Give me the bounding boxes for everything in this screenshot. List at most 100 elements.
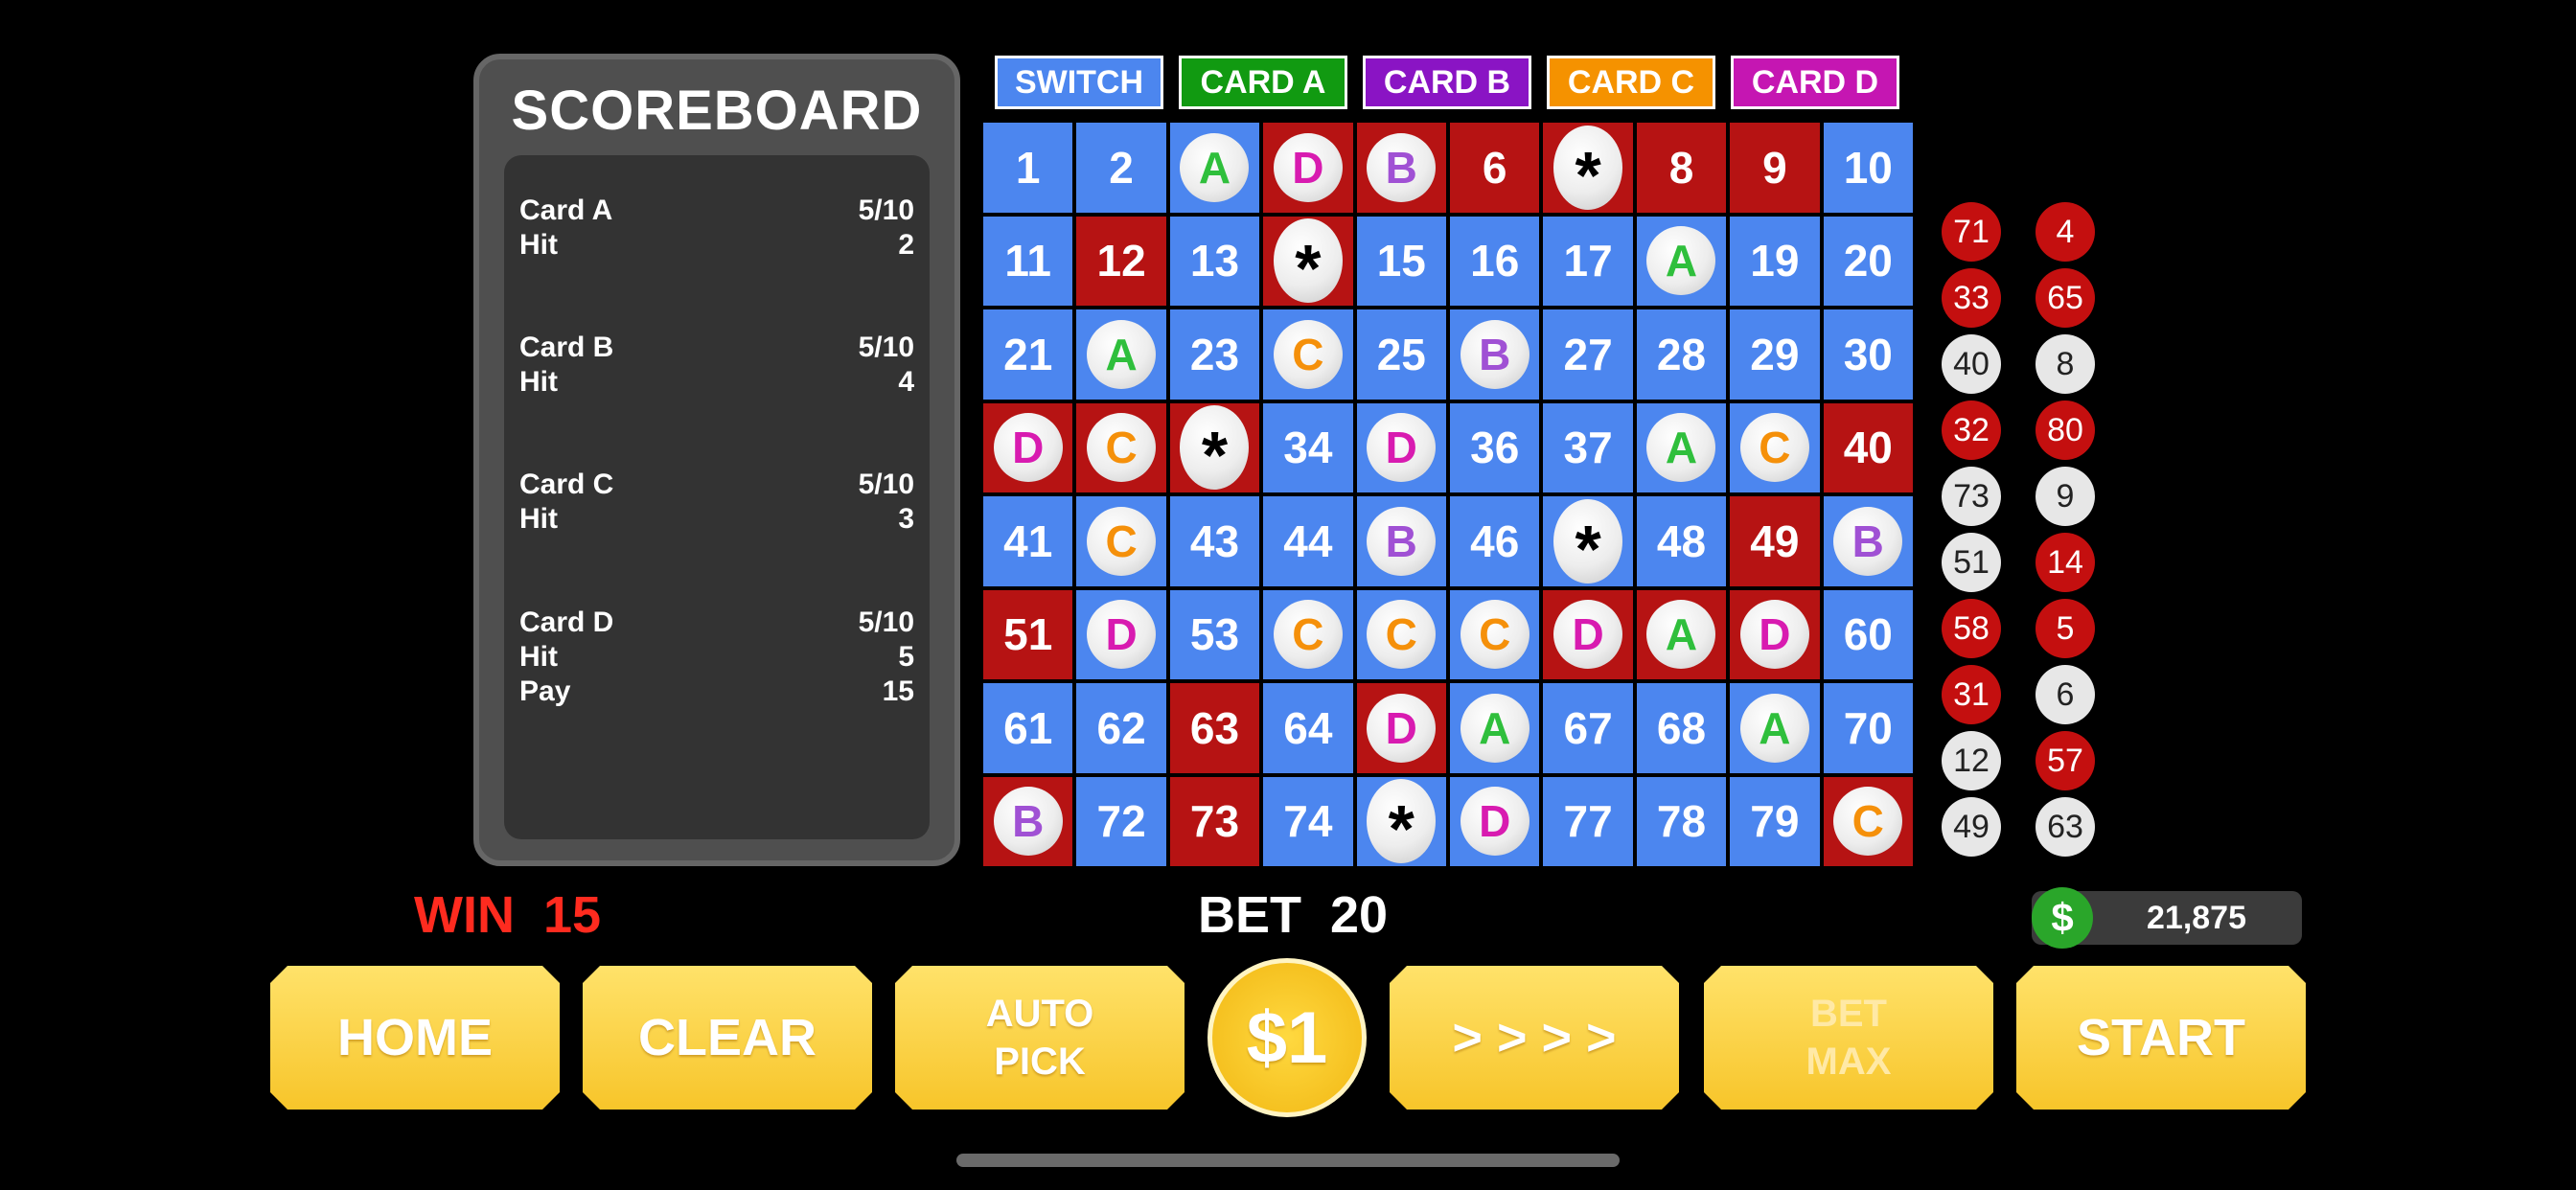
grid-cell[interactable]: A xyxy=(1636,216,1727,306)
tab-card-b[interactable]: CARD B xyxy=(1363,56,1531,109)
grid-cell[interactable]: D xyxy=(1263,123,1353,213)
tab-card-d[interactable]: CARD D xyxy=(1731,56,1899,109)
card-d-pay-label: Pay xyxy=(519,675,571,707)
grid-cell[interactable]: 28 xyxy=(1636,309,1727,400)
grid-cell[interactable]: 68 xyxy=(1636,683,1727,773)
grid-cell[interactable]: A xyxy=(1730,683,1820,773)
grid-cell[interactable]: C xyxy=(1356,589,1446,679)
grid-cell[interactable]: 63 xyxy=(1169,683,1260,773)
tab-card-a[interactable]: CARD A xyxy=(1179,56,1347,109)
grid-cell[interactable]: D xyxy=(1356,402,1446,492)
grid-cell[interactable]: D xyxy=(1730,589,1820,679)
grid-cell[interactable]: * xyxy=(1263,216,1353,306)
bet-max-button[interactable]: BET MAX xyxy=(1704,966,1993,1110)
grid-cell[interactable]: 70 xyxy=(1823,683,1913,773)
grid-cell[interactable]: C xyxy=(1263,589,1353,679)
home-button[interactable]: HOME xyxy=(270,966,560,1110)
grid-cell[interactable]: 29 xyxy=(1730,309,1820,400)
grid-cell[interactable]: D xyxy=(1543,589,1633,679)
grid-cell[interactable]: 36 xyxy=(1450,402,1540,492)
grid-cell[interactable]: 17 xyxy=(1543,216,1633,306)
grid-cell[interactable]: 44 xyxy=(1263,496,1353,586)
clear-button[interactable]: CLEAR xyxy=(583,966,872,1110)
grid-cell[interactable]: 21 xyxy=(983,309,1073,400)
grid-cell[interactable]: B xyxy=(1356,496,1446,586)
grid-cell[interactable]: 16 xyxy=(1450,216,1540,306)
grid-cell[interactable]: 67 xyxy=(1543,683,1633,773)
grid-cell[interactable]: 46 xyxy=(1450,496,1540,586)
grid-cell[interactable]: 43 xyxy=(1169,496,1260,586)
speed-button[interactable]: > > > > xyxy=(1390,966,1679,1110)
grid-cell[interactable]: 9 xyxy=(1730,123,1820,213)
grid-cell[interactable]: * xyxy=(1543,496,1633,586)
card-c-label: Card C xyxy=(519,469,614,500)
grid-cell[interactable]: 20 xyxy=(1823,216,1913,306)
grid-cell[interactable]: 74 xyxy=(1263,776,1353,866)
grid-cell[interactable]: 72 xyxy=(1076,776,1166,866)
grid-cell[interactable]: B xyxy=(1356,123,1446,213)
tab-card-c[interactable]: CARD C xyxy=(1547,56,1715,109)
grid-cell[interactable]: C xyxy=(1076,496,1166,586)
grid-cell[interactable]: A xyxy=(1636,402,1727,492)
card-b-score: 5/10 xyxy=(858,332,914,363)
grid-cell[interactable]: A xyxy=(1636,589,1727,679)
grid-cell[interactable]: D xyxy=(983,402,1073,492)
coin-denomination-button[interactable]: $1 xyxy=(1208,958,1367,1117)
grid-cell[interactable]: * xyxy=(1543,123,1633,213)
grid-cell[interactable]: D xyxy=(1356,683,1446,773)
grid-cell[interactable]: 62 xyxy=(1076,683,1166,773)
grid-cell[interactable]: 78 xyxy=(1636,776,1727,866)
grid-cell[interactable]: 25 xyxy=(1356,309,1446,400)
grid-cell[interactable]: D xyxy=(1076,589,1166,679)
win-display: WIN 15 xyxy=(414,885,601,945)
grid-cell[interactable]: 64 xyxy=(1263,683,1353,773)
grid-cell[interactable]: 12 xyxy=(1076,216,1166,306)
grid-cell[interactable]: A xyxy=(1076,309,1166,400)
grid-cell[interactable]: * xyxy=(1356,776,1446,866)
grid-cell[interactable]: 51 xyxy=(983,589,1073,679)
grid-cell[interactable]: 40 xyxy=(1823,402,1913,492)
grid-cell[interactable]: A xyxy=(1169,123,1260,213)
card-d-marker: D xyxy=(993,413,1063,483)
grid-cell[interactable]: 8 xyxy=(1636,123,1727,213)
grid-cell[interactable]: 77 xyxy=(1543,776,1633,866)
grid-cell[interactable]: C xyxy=(1076,402,1166,492)
grid-cell[interactable]: B xyxy=(1823,496,1913,586)
grid-cell[interactable]: 27 xyxy=(1543,309,1633,400)
grid-cell[interactable]: 48 xyxy=(1636,496,1727,586)
grid-cell[interactable]: C xyxy=(1450,589,1540,679)
grid-cell[interactable]: 73 xyxy=(1169,776,1260,866)
grid-cell[interactable]: 11 xyxy=(983,216,1073,306)
grid-cell[interactable]: C xyxy=(1823,776,1913,866)
grid-cell[interactable]: C xyxy=(1263,309,1353,400)
grid-cell[interactable]: 79 xyxy=(1730,776,1820,866)
grid-cell[interactable]: 1 xyxy=(983,123,1073,213)
grid-cell[interactable]: B xyxy=(983,776,1073,866)
grid-cell[interactable]: D xyxy=(1450,776,1540,866)
grid-cell[interactable]: 30 xyxy=(1823,309,1913,400)
grid-cell[interactable]: B xyxy=(1450,309,1540,400)
grid-cell[interactable]: 13 xyxy=(1169,216,1260,306)
grid-cell[interactable]: 15 xyxy=(1356,216,1446,306)
card-a-marker: A xyxy=(1739,693,1809,763)
grid-cell[interactable]: 10 xyxy=(1823,123,1913,213)
tab-switch[interactable]: SWITCH xyxy=(995,56,1163,109)
grid-cell[interactable]: * xyxy=(1169,402,1260,492)
grid-cell[interactable]: C xyxy=(1730,402,1820,492)
grid-cell[interactable]: 34 xyxy=(1263,402,1353,492)
home-indicator[interactable] xyxy=(956,1154,1620,1167)
grid-cell[interactable]: 41 xyxy=(983,496,1073,586)
grid-cell[interactable]: 23 xyxy=(1169,309,1260,400)
grid-cell[interactable]: 19 xyxy=(1730,216,1820,306)
grid-cell[interactable]: 60 xyxy=(1823,589,1913,679)
grid-cell[interactable]: 2 xyxy=(1076,123,1166,213)
grid-cell[interactable]: 6 xyxy=(1450,123,1540,213)
grid-cell[interactable]: 53 xyxy=(1169,589,1260,679)
grid-cell[interactable]: 49 xyxy=(1730,496,1820,586)
auto-pick-button[interactable]: AUTO PICK xyxy=(895,966,1184,1110)
grid-cell[interactable]: A xyxy=(1450,683,1540,773)
drawn-ball: 80 xyxy=(2036,400,2095,460)
grid-cell[interactable]: 61 xyxy=(983,683,1073,773)
start-button[interactable]: START xyxy=(2016,966,2306,1110)
grid-cell[interactable]: 37 xyxy=(1543,402,1633,492)
